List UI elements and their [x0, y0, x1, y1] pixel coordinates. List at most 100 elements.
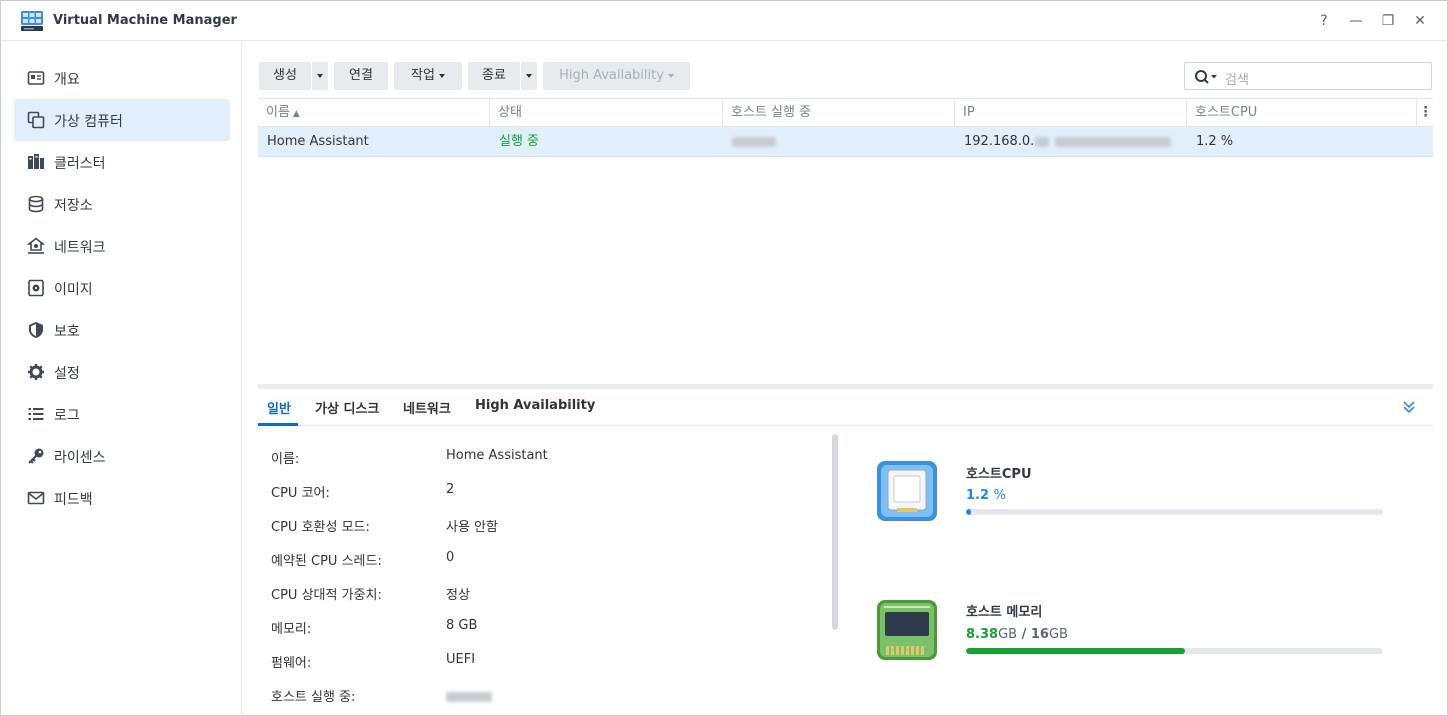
info-label-cpu-compat: CPU 호환성 모드:: [271, 520, 370, 535]
redacted-host: [446, 691, 492, 702]
sidebar: 개요 가상 컴퓨터 클러스터 저장소 네트워크 이미지 보호 설정 로그 라이센…: [1, 41, 242, 716]
sidebar-item-label: 개요: [54, 72, 80, 88]
sidebar-item-storage[interactable]: 저장소: [14, 183, 230, 225]
tab-label: 네트워크: [403, 402, 451, 417]
help-button[interactable]: ?: [1314, 11, 1334, 31]
chevron-down-icon: [317, 73, 323, 78]
info-value-name: Home Assistant: [446, 448, 548, 463]
sort-asc-icon: ▲: [292, 109, 300, 119]
memory-used-unit: GB: [998, 627, 1018, 642]
detail-tabs: 일반 가상 디스크 네트워크 High Availability: [258, 389, 1433, 426]
column-header-label: IP: [963, 105, 975, 120]
cluster-icon: [28, 154, 44, 169]
info-value-reserved-threads: 0: [446, 550, 455, 565]
vm-ip-cell: 192.168.0.: [955, 127, 1187, 157]
column-header-name[interactable]: 이름 ▲: [258, 99, 490, 127]
shield-icon: [29, 322, 43, 338]
column-header-ip[interactable]: IP: [955, 99, 1187, 127]
vm-cpu-cell: 1.2 %: [1196, 134, 1234, 149]
vm-host-cell: [723, 127, 955, 157]
info-label-firmware: 펌웨어:: [271, 656, 312, 671]
shutdown-label: 종료: [482, 68, 506, 83]
connect-button[interactable]: 연결: [334, 62, 388, 90]
info-value-firmware: UEFI: [446, 652, 476, 667]
sidebar-item-overview[interactable]: 개요: [14, 57, 230, 99]
info-label-cpu-cores: CPU 코어:: [271, 486, 330, 501]
chevron-down-icon: [667, 73, 674, 78]
chevron-down-icon: [438, 73, 445, 78]
tab-high-availability[interactable]: High Availability: [475, 398, 595, 413]
info-label-memory: 메모리:: [271, 622, 312, 637]
collapse-panel-icon[interactable]: [1400, 398, 1418, 416]
sidebar-item-label: 이미지: [54, 282, 93, 298]
tab-label: High Availability: [475, 398, 596, 413]
connect-label: 연결: [349, 68, 373, 83]
close-button[interactable]: ✕: [1410, 11, 1430, 31]
redacted-host: [732, 136, 776, 147]
chevron-down-icon: [526, 73, 532, 78]
shutdown-button[interactable]: 종료: [468, 62, 520, 90]
column-header-host[interactable]: 호스트 실행 중: [723, 99, 955, 127]
restore-button[interactable]: ❐: [1378, 11, 1398, 31]
detail-scrollbar[interactable]: [832, 434, 838, 630]
shutdown-dropdown-button[interactable]: [521, 62, 537, 90]
sidebar-item-label: 피드백: [54, 492, 93, 508]
active-tab-indicator: [258, 423, 298, 426]
sidebar-item-label: 라이센스: [54, 450, 106, 466]
action-button[interactable]: 작업: [394, 62, 462, 90]
column-header-label: 호스트 실행 중: [731, 105, 812, 120]
sidebar-item-label: 설정: [54, 366, 80, 382]
mail-icon: [27, 491, 45, 505]
host-memory-value: 8.38GB / 16GB: [966, 627, 1068, 642]
title-bar: Virtual Machine Manager ? — ❐ ✕: [1, 1, 1447, 41]
info-value-cpu-cores: 2: [446, 482, 455, 497]
host-memory-bar-fill: [966, 648, 1185, 654]
tab-label: 가상 디스크: [315, 402, 380, 417]
tab-network[interactable]: 네트워크: [403, 398, 451, 417]
sidebar-item-network[interactable]: 네트워크: [14, 225, 230, 267]
sidebar-item-settings[interactable]: 설정: [14, 351, 230, 393]
sidebar-item-virtual-machine[interactable]: 가상 컴퓨터: [14, 99, 230, 141]
tab-general[interactable]: 일반: [267, 398, 291, 417]
sidebar-item-protection[interactable]: 보호: [14, 309, 230, 351]
image-icon: [28, 279, 44, 297]
column-header-status[interactable]: 상태: [490, 99, 723, 127]
host-cpu-title: 호스트CPU: [966, 467, 1032, 482]
minimize-button[interactable]: —: [1346, 11, 1366, 31]
column-options-icon[interactable]: ⋮: [1418, 99, 1433, 127]
host-cpu-bar: [966, 509, 1383, 515]
vm-ip-text: 192.168.0.: [964, 134, 1035, 149]
search-icon: [1195, 70, 1217, 84]
tab-label: 일반: [267, 402, 291, 417]
cpu-chip-icon: [877, 461, 937, 521]
column-header-label: 상태: [498, 105, 522, 120]
create-dropdown-button[interactable]: [312, 62, 328, 90]
info-label-reserved-threads: 예약된 CPU 스레드:: [271, 554, 382, 569]
info-label-running-host: 호스트 실행 중:: [271, 690, 356, 705]
vm-table-header: 이름 ▲ 상태 호스트 실행 중 IP 호스트CPU ⋮: [258, 98, 1433, 127]
virtual-machine-icon: [27, 111, 45, 129]
high-availability-button[interactable]: High Availability: [543, 62, 690, 90]
sidebar-item-license[interactable]: 라이센스: [14, 435, 230, 477]
create-button[interactable]: 생성: [259, 62, 311, 90]
sidebar-item-log[interactable]: 로그: [14, 393, 230, 435]
table-row[interactable]: Home Assistant 실행 중 192.168.0. 1.2 %: [258, 127, 1433, 157]
sidebar-item-image[interactable]: 이미지: [14, 267, 230, 309]
search-input[interactable]: 검색: [1184, 62, 1432, 90]
host-cpu-bar-fill: [966, 509, 972, 515]
key-icon: [28, 448, 44, 464]
create-label: 생성: [273, 68, 297, 83]
redacted-ip: [1035, 136, 1050, 147]
column-header-label: 호스트CPU: [1195, 105, 1258, 120]
info-value-cpu-compat: 사용 안함: [446, 520, 498, 535]
tab-virtual-disk[interactable]: 가상 디스크: [315, 398, 379, 417]
column-header-host-cpu[interactable]: 호스트CPU: [1187, 99, 1417, 127]
info-value-running-host: [446, 689, 492, 704]
host-cpu-value: 1.2 %: [966, 488, 1006, 503]
memory-used: 8.38: [966, 627, 999, 642]
redacted-ip-extra: [1055, 136, 1172, 147]
sidebar-item-feedback[interactable]: 피드백: [14, 477, 230, 519]
sidebar-item-cluster[interactable]: 클러스터: [14, 141, 230, 183]
high-availability-label: High Availability: [559, 68, 664, 83]
host-cpu-percent: 1.2: [966, 488, 990, 503]
